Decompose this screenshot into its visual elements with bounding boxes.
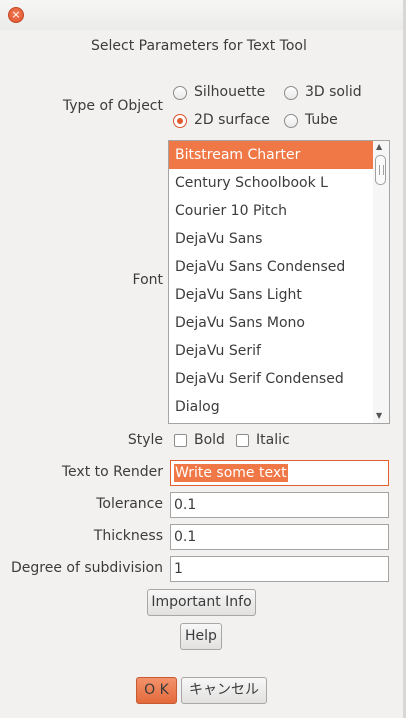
font-list-item[interactable]: Century Schoolbook L [169,169,373,197]
2d-surface-label[interactable]: 2D surface [194,112,270,128]
close-icon[interactable]: × [8,7,24,23]
bold-checkbox[interactable] [174,434,187,447]
silhouette-label[interactable]: Silhouette [194,84,265,100]
font-list-item[interactable]: DejaVu Serif Condensed [169,365,373,393]
font-list-item[interactable]: Courier 10 Pitch [169,197,373,225]
text-to-render-value: Write some text [174,464,288,482]
subdivision-label: Degree of subdivision [11,560,163,576]
font-list[interactable]: Bitstream Charter Century Schoolbook L C… [168,140,390,424]
silhouette-radio[interactable] [173,86,187,100]
text-to-render-label: Text to Render [61,464,163,480]
italic-checkbox[interactable] [236,434,249,447]
font-list-item[interactable]: DejaVu Sans Condensed [169,253,373,281]
3d-solid-radio[interactable] [284,86,298,100]
font-label: Font [132,272,163,288]
tube-radio[interactable] [284,114,298,128]
dialog-title: Select Parameters for Text Tool [91,38,307,54]
help-button[interactable]: Help [180,623,222,650]
bold-label[interactable]: Bold [194,432,225,448]
scroll-down-icon[interactable]: ▼ [376,411,382,420]
thickness-input[interactable]: 0.1 [170,524,389,550]
important-info-button[interactable]: Important Info [147,589,256,616]
tolerance-label: Tolerance [96,496,163,512]
font-list-item[interactable]: Dialog [169,393,373,421]
tolerance-input[interactable]: 0.1 [170,492,389,518]
font-list-item[interactable]: DejaVu Sans Light [169,281,373,309]
scroll-up-icon[interactable]: ▲ [376,142,382,151]
ok-button[interactable]: O K [136,677,177,704]
2d-surface-radio[interactable] [173,114,187,128]
subdivision-input[interactable]: 1 [170,556,389,582]
font-list-item[interactable]: DejaVu Sans [169,225,373,253]
font-list-item[interactable]: DejaVu Sans Mono [169,309,373,337]
font-list-scrollbar[interactable]: ▲ ▼ [373,141,389,423]
title-bar: × [0,0,406,30]
italic-label[interactable]: Italic [256,432,290,448]
thickness-label: Thickness [93,528,163,544]
tube-label[interactable]: Tube [305,112,338,128]
object-type-label: Type of Object [62,98,163,114]
text-to-render-input[interactable]: Write some text [170,460,389,486]
font-list-item[interactable]: Bitstream Charter [169,141,373,169]
scrollbar-thumb[interactable] [375,155,386,185]
cancel-button[interactable]: キャンセル [181,677,267,704]
3d-solid-label[interactable]: 3D solid [305,84,362,100]
font-list-item[interactable]: DejaVu Serif [169,337,373,365]
style-label: Style [127,432,163,448]
